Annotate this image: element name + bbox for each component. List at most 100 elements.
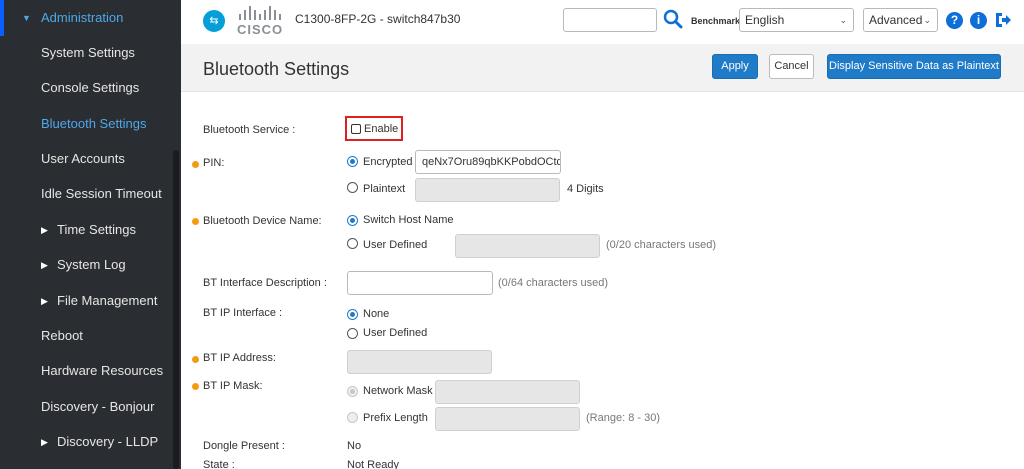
caret-right-icon: ▶ xyxy=(41,260,48,270)
sidebar-item-system-log[interactable]: ▶ System Log xyxy=(0,248,172,282)
sidebar-item-label: Time Settings xyxy=(57,222,136,237)
prefix-length-field[interactable] xyxy=(435,407,580,431)
bt-ip-interface-none-radio[interactable] xyxy=(347,309,358,320)
bt-ip-interface-user-defined-radio[interactable] xyxy=(347,328,358,339)
cisco-logo-text: CISCO xyxy=(237,22,284,37)
bt-interface-description-field[interactable] xyxy=(347,271,493,295)
search-input[interactable] xyxy=(563,8,657,32)
bt-ip-mask-label: BT IP Mask: xyxy=(203,380,263,392)
sidebar-item-discovery-lldp[interactable]: ▶ Discovery - LLDP xyxy=(0,425,172,459)
dongle-present-value: No xyxy=(347,440,362,452)
pin-plaintext-field[interactable] xyxy=(415,178,560,202)
search-icon[interactable] xyxy=(663,9,683,29)
required-icon xyxy=(192,356,199,363)
sidebar-item-label: Reboot xyxy=(41,328,83,343)
mode-value: Advanced xyxy=(869,13,923,27)
bt-ip-interface-user-defined-label: User Defined xyxy=(363,327,428,339)
sidebar-item-console-settings[interactable]: Console Settings xyxy=(0,71,172,105)
network-mask-radio[interactable] xyxy=(347,386,358,397)
info-icon[interactable]: i xyxy=(970,12,987,29)
pin-label: PIN: xyxy=(203,157,225,169)
pin-hint: 4 Digits xyxy=(567,183,604,195)
cancel-button[interactable]: Cancel xyxy=(769,54,814,79)
display-sensitive-data-button[interactable]: Display Sensitive Data as Plaintext xyxy=(827,54,1001,79)
language-value: English xyxy=(745,13,785,27)
chevron-down-icon: ⌄ xyxy=(839,15,847,25)
pin-encrypted-radio[interactable] xyxy=(347,156,358,167)
enable-highlight: Enable xyxy=(345,116,403,141)
sidebar-item-label: Idle Session Timeout xyxy=(41,186,162,201)
network-mask-field[interactable] xyxy=(435,380,580,404)
sidebar-item-time-settings[interactable]: ▶ Time Settings xyxy=(0,213,172,247)
state-label: State : xyxy=(203,459,235,469)
sidebar-item-label: Hardware Resources xyxy=(41,363,164,378)
device-name-user-defined-radio[interactable] xyxy=(347,238,358,249)
sidebar-item-label: User Accounts xyxy=(41,151,125,166)
bt-ip-interface-none-label: None xyxy=(363,308,390,320)
top-header: ⇆ CISCO C1300-8FP-2G - switch847b30 Benc… xyxy=(181,0,1024,44)
required-icon xyxy=(192,218,199,225)
sidebar-item-label: File Management xyxy=(57,293,158,308)
bt-interface-description-hint: (0/64 characters used) xyxy=(498,277,609,289)
sidebar-item-idle-session-timeout[interactable]: Idle Session Timeout xyxy=(0,177,172,211)
enable-label: Enable xyxy=(364,123,399,135)
sidebar-item-label: Console Settings xyxy=(41,80,140,95)
sidebar-item-label: System Log xyxy=(57,257,126,272)
language-select[interactable]: English ⌄ xyxy=(739,8,854,32)
apply-button[interactable]: Apply xyxy=(712,54,758,79)
cisco-logo: CISCO xyxy=(237,6,285,37)
sidebar-item-user-accounts[interactable]: User Accounts xyxy=(0,142,172,176)
sidebar-item-system-settings[interactable]: System Settings xyxy=(0,36,172,70)
bt-interface-description-label: BT Interface Description : xyxy=(203,277,327,289)
sidebar-item-reboot[interactable]: Reboot xyxy=(0,319,172,353)
mode-select[interactable]: Advanced ⌄ xyxy=(863,8,938,32)
bluetooth-enable-checkbox[interactable] xyxy=(351,124,361,134)
sidebar-item-label: Discovery - LLDP xyxy=(57,434,159,449)
required-icon xyxy=(192,161,199,168)
switch-host-name-label: Switch Host Name xyxy=(363,214,454,226)
bt-ip-interface-label: BT IP Interface : xyxy=(203,307,283,319)
logout-icon[interactable] xyxy=(994,11,1012,29)
sidebar-section-administration[interactable]: ▼ Administration xyxy=(0,0,172,36)
caret-right-icon: ▶ xyxy=(41,225,48,235)
sidebar-item-hardware-resources[interactable]: Hardware Resources xyxy=(0,354,172,388)
prefix-length-label: Prefix Length xyxy=(363,412,428,424)
device-name-user-defined-label: User Defined xyxy=(363,239,428,251)
sidebar-section-label: Administration xyxy=(41,10,124,25)
required-icon xyxy=(192,383,199,390)
toggle-sidebar-icon[interactable]: ⇆ xyxy=(203,10,225,32)
device-name-hint: (0/20 characters used) xyxy=(606,239,717,251)
bt-ip-address-field[interactable] xyxy=(347,350,492,374)
switch-host-name-radio[interactable] xyxy=(347,215,358,226)
sidebar: ▼ Administration System Settings Console… xyxy=(0,0,181,469)
device-name: C1300-8FP-2G - switch847b30 xyxy=(295,12,461,26)
pin-encrypted-label: Encrypted xyxy=(363,156,413,168)
state-value: Not Ready xyxy=(347,459,399,469)
pin-plaintext-radio[interactable] xyxy=(347,182,358,193)
chevron-down-icon: ⌄ xyxy=(923,15,931,25)
sidebar-scrollbar[interactable] xyxy=(173,150,179,469)
pin-plaintext-label: Plaintext xyxy=(363,183,406,195)
pin-encrypted-field[interactable]: qeNx7Oru89qbKKPobdOCtq xyxy=(415,150,561,174)
caret-right-icon: ▶ xyxy=(41,437,48,447)
benchmark-label: Benchmark xyxy=(691,16,741,26)
bluetooth-service-label: Bluetooth Service : xyxy=(203,124,296,136)
active-section-bar xyxy=(0,0,4,36)
bluetooth-settings-form: Bluetooth Service : Enable PIN: Encrypte… xyxy=(181,92,1024,469)
sidebar-item-label: System Settings xyxy=(41,45,135,60)
page-title-bar: Bluetooth Settings Apply Cancel Display … xyxy=(181,44,1024,92)
network-mask-label: Network Mask xyxy=(363,385,433,397)
prefix-length-hint: (Range: 8 - 30) xyxy=(586,412,660,424)
device-name-label: Bluetooth Device Name: xyxy=(203,215,322,227)
sidebar-item-discovery-bonjour[interactable]: Discovery - Bonjour xyxy=(0,390,172,424)
device-name-field[interactable] xyxy=(455,234,600,258)
caret-right-icon: ▶ xyxy=(41,296,48,306)
dongle-present-label: Dongle Present : xyxy=(203,440,285,452)
bt-ip-address-label: BT IP Address: xyxy=(203,352,276,364)
sidebar-item-bluetooth-settings[interactable]: Bluetooth Settings xyxy=(0,107,172,141)
sidebar-item-label: Discovery - Bonjour xyxy=(41,399,155,414)
page-title: Bluetooth Settings xyxy=(203,59,350,79)
sidebar-item-file-management[interactable]: ▶ File Management xyxy=(0,284,172,318)
prefix-length-radio[interactable] xyxy=(347,412,358,423)
help-icon[interactable]: ? xyxy=(946,12,963,29)
